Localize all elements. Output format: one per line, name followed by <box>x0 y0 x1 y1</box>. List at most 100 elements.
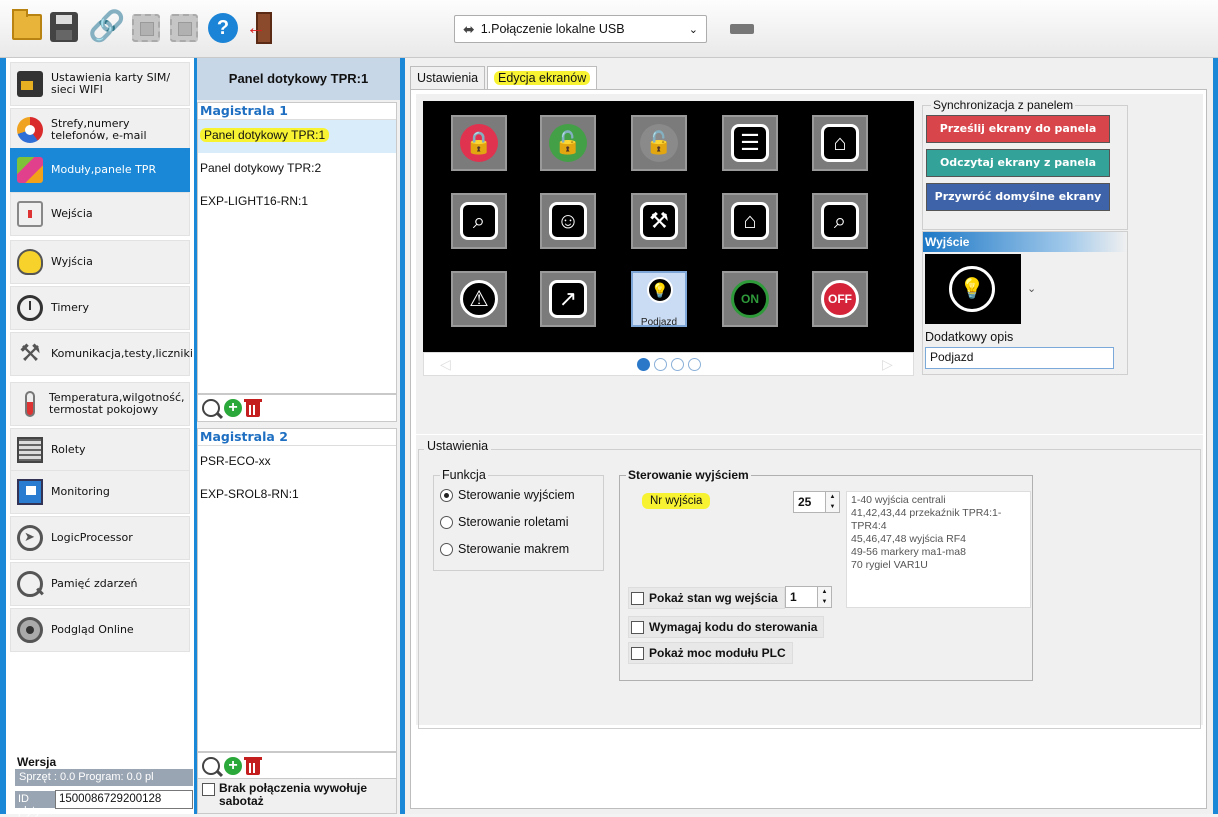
add-icon[interactable]: + <box>224 757 242 775</box>
stepper-arrows-icon[interactable]: ▲ ▼ <box>817 587 831 607</box>
logic-icon <box>17 525 43 551</box>
chip-icon[interactable] <box>132 14 160 42</box>
sidebar-item-label: Rolety <box>51 443 86 456</box>
tile[interactable]: ↗ <box>540 271 596 327</box>
tab-screen-editor[interactable]: Edycja ekranów <box>487 66 598 90</box>
page-dot[interactable] <box>687 357 701 371</box>
sidebar-item-blinds[interactable]: Rolety <box>10 428 190 472</box>
radio-blinds[interactable]: Sterowanie roletami <box>440 515 568 529</box>
send-screens-button[interactable]: Prześlij ekrany do panela <box>926 115 1110 143</box>
tile[interactable]: 🔓 <box>540 115 596 171</box>
list-item[interactable]: EXP-LIGHT16-RN:1 <box>198 186 396 219</box>
sidebar-item-sim[interactable]: Ustawienia karty SIM/ sieci WIFI <box>10 62 190 106</box>
prev-page-icon[interactable]: ◁ <box>440 356 451 373</box>
chevron-down-icon[interactable]: ⌄ <box>1027 282 1036 295</box>
link-icon[interactable]: 🔗 <box>88 12 125 44</box>
add-icon[interactable]: + <box>224 399 242 417</box>
radio-button[interactable] <box>440 488 453 502</box>
search-icon[interactable] <box>202 757 220 775</box>
board-id-label: ID płyty <box>15 791 55 817</box>
trash-icon[interactable] <box>244 757 262 775</box>
list-item[interactable]: EXP-SROL8-RN:1 <box>198 479 396 512</box>
checkbox[interactable] <box>631 647 644 660</box>
page-dot[interactable] <box>670 357 684 371</box>
modules-cube-icon <box>17 157 43 183</box>
sidebar-item-communication[interactable]: ⚒ Komunikacja,testy,liczniki <box>10 332 193 376</box>
page-dot[interactable] <box>653 357 667 371</box>
sidebar-item-label: Wejścia <box>51 207 93 220</box>
padlock-open-icon: 🔓 <box>549 124 587 162</box>
checkbox[interactable] <box>631 621 644 634</box>
tab-settings[interactable]: Ustawienia <box>410 66 486 89</box>
sidebar-item-event-log[interactable]: Pamięć zdarzeń <box>10 562 190 606</box>
output-icon-select[interactable]: 💡 <box>925 254 1021 324</box>
radio-output[interactable]: Sterowanie wyjściem <box>440 488 575 502</box>
settings-group: Ustawienia Funkcja Sterowanie wyjściem S… <box>416 435 1203 729</box>
output-number-stepper[interactable]: 25 ▲ ▼ <box>793 491 840 513</box>
tile[interactable]: OFF <box>812 271 868 327</box>
restore-screens-button[interactable]: Przywróć domyślne ekrany <box>926 183 1110 211</box>
tile[interactable]: 🔒 <box>451 115 507 171</box>
sidebar-item-outputs[interactable]: Wyjścia <box>10 240 190 284</box>
tile[interactable]: ⌕ <box>451 193 507 249</box>
list-item[interactable]: Panel dotykowy TPR:2 <box>198 153 396 186</box>
save-icon[interactable] <box>50 12 78 42</box>
checkbox[interactable] <box>202 783 215 796</box>
stepper-arrows-icon[interactable]: ▲ ▼ <box>825 492 839 512</box>
sidebar-item-online-preview[interactable]: Podgląd Online <box>10 608 190 652</box>
folder-open-icon[interactable] <box>12 9 42 40</box>
sidebar-item-label: Temperatura,wilgotność, termostat pokojo… <box>49 391 185 416</box>
desc-input[interactable]: Podjazd <box>925 347 1114 369</box>
sabotage-checkbox[interactable]: Brak połączenia wywołuje sabotaż <box>197 778 397 814</box>
bus2-list: Magistrala 2 PSR-ECO-xx EXP-SROL8-RN:1 <box>197 428 397 752</box>
tile[interactable]: ⌕ <box>812 193 868 249</box>
doc-search-icon: ⌕ <box>821 202 859 240</box>
radio-button[interactable] <box>440 515 453 529</box>
tile-selected[interactable]: 💡 Podjazd <box>631 271 687 328</box>
radio-button[interactable] <box>440 542 453 556</box>
sidebar-item-modules[interactable]: Moduły,panele TPR <box>10 148 190 192</box>
next-page-icon[interactable]: ▷ <box>882 356 893 373</box>
tile[interactable]: ☺ <box>540 193 596 249</box>
trash-icon[interactable] <box>244 399 262 417</box>
checkbox[interactable] <box>631 592 644 605</box>
list-item[interactable]: Panel dotykowy TPR:1 <box>198 120 396 153</box>
require-code-checkbox[interactable]: Wymagaj kodu do sterowania <box>628 616 825 638</box>
toolbar: 🔗 ? ← ⬌ 1.Połączenie lokalne USB ⌄ <box>0 0 1218 58</box>
tile[interactable]: 🔓 <box>631 115 687 171</box>
sidebar-item-label: Wyjścia <box>51 255 93 268</box>
show-state-checkbox[interactable]: Pokaż stan wg wejścia <box>628 587 785 609</box>
tile[interactable]: ⚒ <box>631 193 687 249</box>
checkbox-label: Pokaż moc modułu PLC <box>649 646 786 660</box>
read-screens-button[interactable]: Odczytaj ekrany z panela <box>926 149 1110 177</box>
show-power-checkbox[interactable]: Pokaż moc modułu PLC <box>628 642 793 664</box>
sidebar-item-zones[interactable]: Strefy,numery telefonów, e-mail <box>10 108 190 152</box>
sidebar-item-logicprocessor[interactable]: LogicProcessor <box>10 516 190 560</box>
radio-label: Sterowanie makrem <box>458 542 570 556</box>
sidebar-item-temperature[interactable]: Temperatura,wilgotność, termostat pokojo… <box>10 382 190 426</box>
sidebar-item-label: Monitoring <box>51 485 110 498</box>
help-icon[interactable]: ? <box>208 13 238 43</box>
bulb-icon: 💡 <box>647 277 673 303</box>
tile[interactable]: ⚠ <box>451 271 507 327</box>
sidebar-item-inputs[interactable]: Wejścia <box>10 192 190 236</box>
exit-icon[interactable]: ← <box>246 12 274 44</box>
tile[interactable]: ⌂ <box>722 193 778 249</box>
bus2-toolbar: + <box>197 752 397 780</box>
sidebar-item-timers[interactable]: Timery <box>10 286 190 330</box>
tab-content: 🔒 🔓 🔓 ☰ ⌂ ⌕ ☺ ⚒ ⌂ ⌕ ⚠ ↗ 💡 Podjazd ON OFF… <box>410 89 1207 809</box>
board-id-field[interactable]: 1500086729200128 <box>55 790 193 809</box>
sidebar-item-label: LogicProcessor <box>51 531 133 544</box>
tile[interactable]: ☰ <box>722 115 778 171</box>
page-dot[interactable] <box>636 357 650 371</box>
radio-macro[interactable]: Sterowanie makrem <box>440 542 569 556</box>
list-item[interactable]: PSR-ECO-xx <box>198 446 396 479</box>
tile[interactable]: ⌂ <box>812 115 868 171</box>
search-icon[interactable] <box>202 399 220 417</box>
event-log-icon <box>17 571 43 597</box>
state-input-stepper[interactable]: 1 ▲ ▼ <box>785 586 832 608</box>
connection-select[interactable]: ⬌ 1.Połączenie lokalne USB ⌄ <box>454 15 707 43</box>
chip-icon[interactable] <box>170 14 198 42</box>
tile[interactable]: ON <box>722 271 778 327</box>
sidebar-item-monitoring[interactable]: Monitoring <box>10 470 190 514</box>
